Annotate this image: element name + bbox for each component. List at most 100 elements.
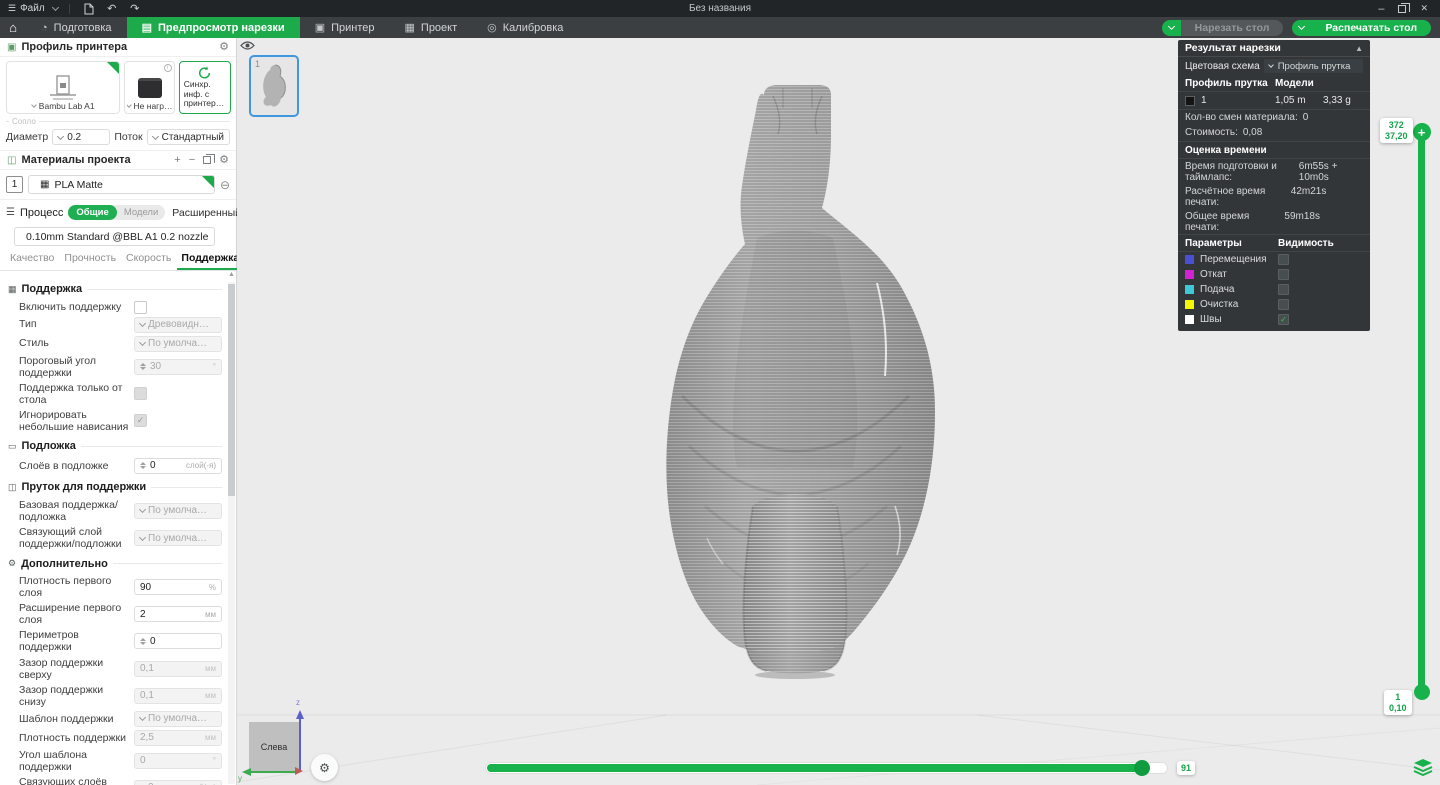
setting-label: Связующих слоёв сверху (19, 775, 107, 785)
setting-row: Тип Древовидн… (8, 315, 222, 334)
divider (68, 3, 70, 14)
layer-slider-track[interactable] (1418, 132, 1425, 692)
step-slider-track[interactable] (485, 760, 1168, 776)
subtab-Поддержка[interactable]: Поддержка (177, 252, 244, 270)
undo-button[interactable]: ↶ (104, 1, 120, 17)
diameter-value: 0.2 (67, 131, 82, 143)
spinner-field[interactable]: 0 слой(-я) (134, 457, 222, 474)
remove-filament-button[interactable]: − (189, 154, 195, 166)
section-header: ▭ Подложка (8, 440, 222, 452)
subtab-Скорость[interactable]: Скорость (122, 252, 175, 270)
input-field[interactable]: 2 мм (134, 606, 222, 623)
close-button[interactable]: ✕ (1420, 3, 1428, 14)
collapse-panel-icon[interactable]: ▲ (1355, 44, 1363, 53)
print-dropdown-button[interactable] (1292, 19, 1312, 36)
param-color-swatch (1185, 315, 1194, 324)
color-scheme-dropdown[interactable]: Профиль прутка (1263, 59, 1363, 73)
printer-card[interactable]: Bambu Lab A1 (6, 61, 121, 114)
step-slider-handle[interactable] (1134, 760, 1150, 776)
slice-split-button[interactable]: Нарезать стол (1161, 19, 1284, 36)
left-sidebar: ▣ Профиль принтера ⚙ Bambu Lab A1 i Не н… (0, 38, 285, 785)
orientation-cube[interactable]: Слева (249, 722, 299, 772)
new-file-button[interactable] (81, 1, 97, 17)
selected-corner-badge (107, 62, 120, 74)
viewport-3d[interactable]: 1 Результат нарезки ▲ Цветовая схема Про… (237, 38, 1440, 785)
plate-thumbnail[interactable]: 1 (249, 55, 299, 117)
visibility-checkbox[interactable] (1278, 299, 1289, 310)
plate-settings-button[interactable]: ⚙ (311, 754, 338, 781)
spin-down-icon (140, 466, 146, 470)
home-button[interactable]: ⌂ (0, 17, 26, 38)
input-field[interactable]: 90% (134, 579, 222, 596)
result-panel-title: Результат нарезки (1185, 42, 1281, 54)
layers-view-button[interactable] (1413, 758, 1433, 778)
scope-objects-pill[interactable]: Модели (117, 207, 165, 218)
setting-label: Стиль (19, 337, 49, 350)
visibility-checkbox[interactable] (1278, 314, 1289, 325)
slice-dropdown-button[interactable] (1161, 19, 1181, 36)
field-value: 0 (140, 755, 146, 767)
filament-spool-icon: ▦ (40, 178, 50, 190)
process-icon: ☰ (6, 207, 15, 218)
tab-Принтер[interactable]: ▣ Принтер (300, 17, 390, 38)
scope-global-pill[interactable]: Общие (68, 205, 117, 220)
printer-profile-icon: ▣ (7, 41, 17, 53)
spinner-field[interactable]: 0 (134, 633, 222, 650)
field-value: 2 (140, 608, 146, 620)
layer-slider-bottom-handle[interactable] (1413, 684, 1430, 700)
checkbox[interactable] (134, 300, 147, 314)
redo-button[interactable]: ↷ (127, 1, 143, 17)
slice-plate-button[interactable]: Нарезать стол (1180, 19, 1284, 36)
setting-label: Расширение первого слоя (19, 602, 122, 627)
flow-dropdown[interactable]: Стандартный (146, 129, 230, 145)
remove-circle-icon[interactable]: ⊖ (220, 179, 230, 191)
spinner-arrows-icon[interactable] (140, 637, 146, 645)
bottom-layer-height: 0,10 (1389, 702, 1407, 713)
subtab-Качество[interactable]: Качество (6, 252, 58, 270)
layer-slider-top-badge: 372 37,20 (1380, 118, 1413, 143)
setting-label: Зазор поддержки снизу (19, 683, 104, 708)
flow-value: Стандартный (161, 131, 224, 143)
subtab-Прочность[interactable]: Прочность (60, 252, 120, 270)
diameter-dropdown[interactable]: 0.2 (52, 129, 111, 145)
filament-section-icon: ◫ (8, 481, 17, 492)
section-divider (151, 486, 222, 488)
param-visibility-cell (1278, 254, 1363, 265)
plate-settings-gear-icon: ⚙ (319, 760, 330, 775)
color-scheme-label: Цветовая схема (1185, 60, 1260, 72)
tab-Предпросмотр нарезки[interactable]: ▤ Предпросмотр нарезки (126, 17, 300, 38)
layer-slider-top-handle[interactable]: + (1412, 123, 1431, 141)
minimize-button[interactable]: – (1378, 3, 1384, 15)
scrollbar-thumb[interactable] (228, 284, 235, 496)
setting-row: Игнорировать небольшие нависания (8, 407, 222, 434)
section-header: ⚙ Дополнительно (8, 558, 222, 570)
setting-label: Слоёв в подложке (19, 459, 109, 472)
setting-label: Тип (19, 318, 37, 331)
toggle-plates-visibility-button[interactable] (240, 40, 256, 52)
gear-icon[interactable]: ⚙ (219, 41, 229, 53)
tab-Проект[interactable]: ▦ Проект (390, 17, 473, 38)
sync-printer-card[interactable]: Синхр. инф. с принтер… (178, 61, 231, 114)
visibility-checkbox[interactable] (1278, 284, 1289, 295)
section-title: Дополнительно (21, 557, 108, 570)
tab-Калибровка[interactable]: ◎ Калибровка (472, 17, 578, 38)
tab-Подготовка[interactable]: ◔ Подготовка (26, 17, 127, 38)
add-filament-button[interactable]: + (174, 154, 180, 166)
process-scope-switch[interactable]: Общие Модели (68, 205, 166, 220)
spinner-arrows-icon[interactable] (140, 462, 146, 470)
filament-settings-gear-icon[interactable]: ⚙ (219, 154, 229, 166)
file-menu[interactable]: ☰ Файл (8, 3, 59, 14)
sync-filament-list-icon[interactable] (203, 154, 216, 164)
filament-dropdown[interactable]: ▦ PLA Matte (28, 175, 215, 194)
print-plate-button[interactable]: Распечатать стол (1311, 19, 1431, 36)
visibility-checkbox[interactable] (1278, 254, 1289, 265)
print-split-button[interactable]: Распечатать стол (1292, 19, 1431, 36)
scroll-up-arrow-icon[interactable]: ▲ (227, 270, 236, 280)
bed-type-card[interactable]: i Не нагр… (124, 61, 175, 114)
slicing-result-panel: Результат нарезки ▲ Цветовая схема Профи… (1178, 40, 1370, 331)
restore-button[interactable] (1398, 2, 1411, 13)
visibility-checkbox[interactable] (1278, 269, 1289, 280)
filament-weight: 3,33 g (1323, 95, 1351, 106)
sidebar-scrollbar[interactable] (228, 282, 235, 784)
process-preset-dropdown[interactable]: 0.10mm Standard @BBL A1 0.2 nozzle (14, 227, 216, 246)
